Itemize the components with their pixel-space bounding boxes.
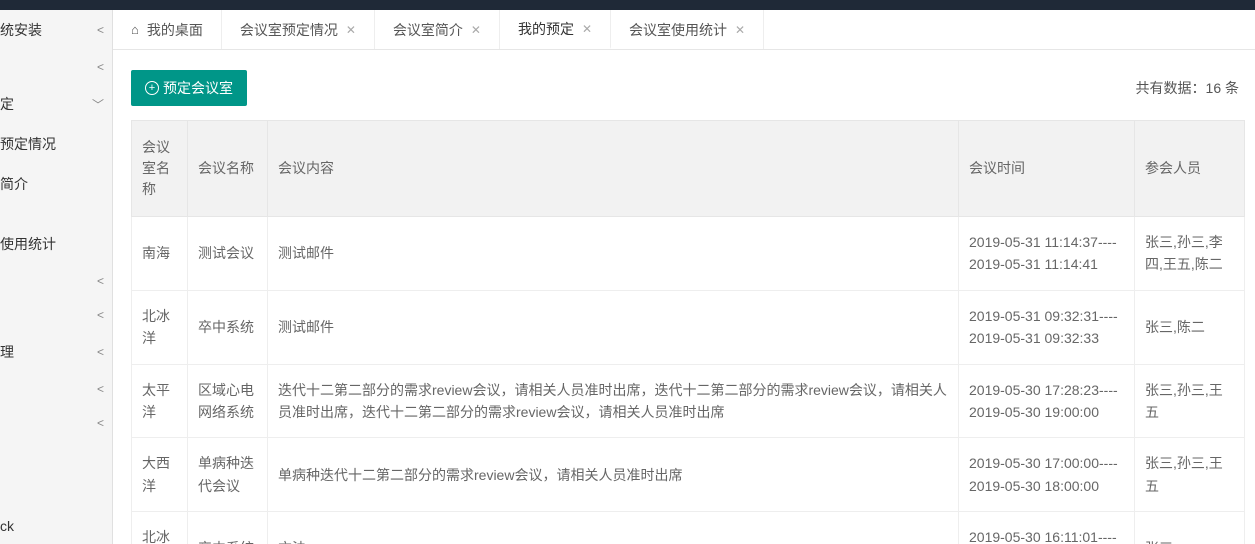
sidebar-item-4[interactable]: 简介	[0, 164, 112, 204]
chevron-left-icon: <	[97, 345, 104, 359]
sidebar-item-2[interactable]: 定﹀	[0, 84, 112, 124]
sidebar-item-label: 预定情况	[0, 134, 56, 154]
chevron-left-icon: <	[97, 60, 104, 74]
cell-name: 测试会议	[188, 217, 268, 291]
cell-content: 单病种迭代十二第二部分的需求review会议，请相关人员准时出席	[268, 438, 959, 512]
content: + 预定会议室 共有数据：16 条 会议室名称 会议名称 会议内容 会议时间	[113, 50, 1255, 544]
table-row: 大西洋单病种迭代会议单病种迭代十二第二部分的需求review会议，请相关人员准时…	[132, 438, 1245, 512]
cell-content: 迭代十二第二部分的需求review会议，请相关人员准时出席，迭代十二第二部分的需…	[268, 364, 959, 438]
reservations-table: 会议室名称 会议名称 会议内容 会议时间 参会人员 南海测试会议测试邮件2019…	[131, 120, 1245, 544]
sidebar-item-10[interactable]: <	[0, 372, 112, 406]
sidebar-item-7[interactable]: <	[0, 264, 112, 298]
app-root: 统安装<<定﹀预定情况简介使用统计<<理<<< ck ⌂我的桌面会议室预定情况✕…	[0, 0, 1255, 544]
tab-1[interactable]: 会议室预定情况 ✕	[222, 10, 375, 49]
th-name: 会议名称	[188, 121, 268, 217]
tab-4[interactable]: 会议室使用统计 ✕	[611, 10, 764, 49]
cell-name: 卒中系统	[188, 290, 268, 364]
th-content: 会议内容	[268, 121, 959, 217]
tab-label: 我的预定	[518, 19, 574, 39]
chevron-left-icon: <	[97, 416, 104, 430]
cell-people: 张三,孙三,王五	[1135, 364, 1245, 438]
sidebar-item-6[interactable]: 使用统计	[0, 224, 112, 264]
cell-people: 张三,孙三,王五	[1135, 438, 1245, 512]
cell-name: 卒中系统	[188, 512, 268, 544]
table-row: 北冰洋卒中系统方法2019-05-30 16:11:01----2019-05-…	[132, 512, 1245, 544]
sidebar-item-1[interactable]: <	[0, 50, 112, 84]
close-icon[interactable]: ✕	[346, 23, 356, 37]
sidebar-item-9[interactable]: 理<	[0, 332, 112, 372]
cell-room: 大西洋	[132, 438, 188, 512]
cell-time: 2019-05-30 16:11:01----2019-05-30 16:11:…	[959, 512, 1135, 544]
tab-label: 会议室简介	[393, 20, 463, 40]
cell-people: 张三,陈二	[1135, 290, 1245, 364]
cell-time: 2019-05-31 11:14:37----2019-05-31 11:14:…	[959, 217, 1135, 291]
toolbar: + 预定会议室 共有数据：16 条	[131, 70, 1245, 106]
sidebar-item-5[interactable]	[0, 204, 112, 224]
th-room: 会议室名称	[132, 121, 188, 217]
tab-0[interactable]: ⌂ 我的桌面	[113, 10, 222, 49]
cell-content: 测试邮件	[268, 290, 959, 364]
sidebar-item-label: 简介	[0, 174, 28, 194]
close-icon[interactable]: ✕	[735, 23, 745, 37]
sidebar: 统安装<<定﹀预定情况简介使用统计<<理<<< ck	[0, 0, 113, 544]
chevron-down-icon: ﹀	[92, 96, 104, 113]
sidebar-bottom-label: ck	[0, 512, 14, 540]
sidebar-item-label: 理	[0, 342, 14, 362]
close-icon[interactable]: ✕	[471, 23, 481, 37]
reserve-room-button[interactable]: + 预定会议室	[131, 70, 247, 106]
cell-room: 太平洋	[132, 364, 188, 438]
cell-room: 北冰洋	[132, 512, 188, 544]
cell-room: 南海	[132, 217, 188, 291]
main: ⌂ 我的桌面 会议室预定情况 ✕ 会议室简介 ✕ 我的预定 ✕ 会议室使用统计 ✕ + 预定会议室…	[113, 10, 1255, 544]
table-row: 南海测试会议测试邮件2019-05-31 11:14:37----2019-05…	[132, 217, 1245, 291]
chevron-left-icon: <	[97, 382, 104, 396]
sidebar-item-label: 定	[0, 94, 14, 114]
tab-2[interactable]: 会议室简介 ✕	[375, 10, 500, 49]
chevron-left-icon: <	[97, 274, 104, 288]
close-icon[interactable]: ✕	[582, 22, 592, 36]
sidebar-item-8[interactable]: <	[0, 298, 112, 332]
cell-room: 北冰洋	[132, 290, 188, 364]
sidebar-item-3[interactable]: 预定情况	[0, 124, 112, 164]
sidebar-item-label: 使用统计	[0, 234, 56, 254]
topbar	[0, 0, 1255, 10]
sidebar-item-label: 统安装	[0, 20, 42, 40]
cell-time: 2019-05-31 09:32:31----2019-05-31 09:32:…	[959, 290, 1135, 364]
table-row: 太平洋区域心电网络系统迭代十二第二部分的需求review会议，请相关人员准时出席…	[132, 364, 1245, 438]
cell-time: 2019-05-30 17:00:00----2019-05-30 18:00:…	[959, 438, 1135, 512]
th-time: 会议时间	[959, 121, 1135, 217]
th-people: 参会人员	[1135, 121, 1245, 217]
tabs: ⌂ 我的桌面 会议室预定情况 ✕ 会议室简介 ✕ 我的预定 ✕ 会议室使用统计 ✕	[113, 10, 1255, 50]
sidebar-item-0[interactable]: 统安装 <	[0, 10, 112, 50]
cell-people: 张三,孙三,李四,王五,陈二	[1135, 217, 1245, 291]
table-row: 北冰洋卒中系统测试邮件2019-05-31 09:32:31----2019-0…	[132, 290, 1245, 364]
cell-people: 张三	[1135, 512, 1245, 544]
cell-name: 区域心电网络系统	[188, 364, 268, 438]
plus-icon: +	[145, 81, 159, 95]
home-icon: ⌂	[131, 22, 139, 37]
cell-name: 单病种迭代会议	[188, 438, 268, 512]
tab-3[interactable]: 我的预定 ✕	[500, 10, 611, 49]
record-count: 共有数据：16 条	[1136, 78, 1239, 98]
chevron-left-icon: <	[97, 308, 104, 322]
cell-content: 方法	[268, 512, 959, 544]
cell-content: 测试邮件	[268, 217, 959, 291]
reserve-label: 预定会议室	[163, 78, 233, 98]
sidebar-item-11[interactable]: <	[0, 406, 112, 440]
tab-label: 会议室预定情况	[240, 20, 338, 40]
table-header-row: 会议室名称 会议名称 会议内容 会议时间 参会人员	[132, 121, 1245, 217]
tab-label: 会议室使用统计	[629, 20, 727, 40]
chevron-left-icon: <	[97, 23, 104, 37]
cell-time: 2019-05-30 17:28:23----2019-05-30 19:00:…	[959, 364, 1135, 438]
tab-label: 我的桌面	[147, 20, 203, 40]
